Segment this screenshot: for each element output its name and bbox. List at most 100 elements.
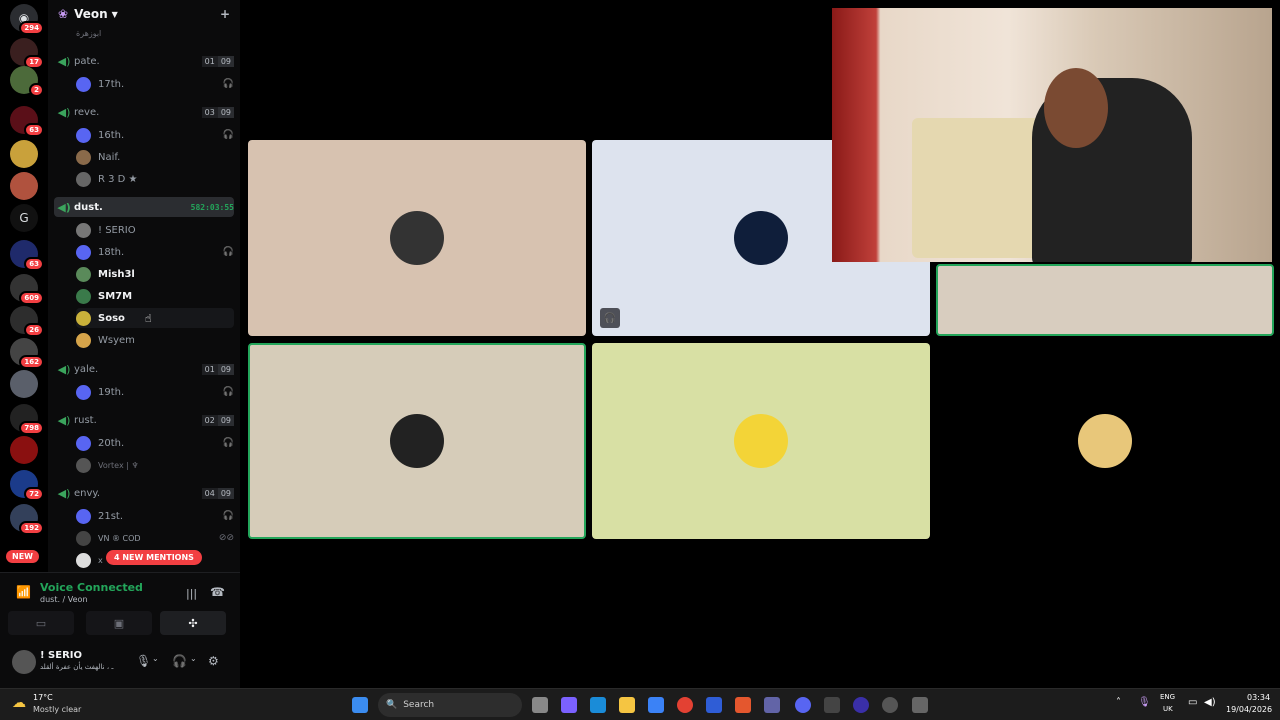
server-icon[interactable]: 798 — [10, 404, 44, 435]
taskbar-search[interactable]: 🔍 Search — [378, 693, 522, 717]
participant-tile[interactable] — [936, 264, 1274, 336]
user-row[interactable]: ابوزهرة — [76, 28, 234, 38]
user-count: 03 09 — [201, 106, 234, 118]
server-icon[interactable]: 26 — [10, 306, 44, 337]
disconnect-icon[interactable]: ☎ — [210, 585, 225, 599]
task-view-icon[interactable] — [532, 697, 548, 713]
new-unreads-pill[interactable]: NEW — [6, 550, 39, 563]
settings-gear-icon[interactable] — [912, 697, 928, 713]
user-name: Mish3l — [98, 268, 135, 280]
user-name[interactable]: ! SERIO — [40, 650, 82, 661]
voice-user[interactable]: 19th. 🎧 — [76, 382, 234, 402]
connection-signal-icon[interactable]: 📶 — [16, 585, 31, 599]
microphone-icon[interactable]: 🎙 — [1138, 697, 1151, 708]
user-name: ! SERIO — [98, 224, 136, 236]
chrome-icon[interactable] — [677, 697, 693, 713]
avatar — [76, 435, 91, 451]
voice-user[interactable]: Naif. — [76, 147, 234, 167]
teams-icon[interactable] — [764, 697, 780, 713]
clock-time[interactable]: 03:34 — [1247, 693, 1270, 702]
server-header[interactable]: ❀ Veon ▼ + — [48, 0, 240, 28]
server-icon[interactable]: 63 — [10, 106, 44, 137]
deafened-icon: 🎧 — [222, 247, 234, 257]
server-icon[interactable]: 72 — [10, 470, 44, 501]
server-icon[interactable]: 609 — [10, 274, 44, 305]
voice-user[interactable]: Wsyem — [76, 330, 234, 350]
headphones-icon[interactable]: 🎧 — [172, 654, 187, 668]
participant-tile[interactable] — [248, 140, 586, 336]
file-explorer-icon[interactable] — [619, 697, 635, 713]
voice-user[interactable]: 20th. 🎧 — [76, 433, 234, 453]
voice-user[interactable]: ! SERIO — [76, 220, 234, 240]
voice-channel-envy[interactable]: ◀) envy. 04 09 — [54, 483, 234, 503]
chevron-down-icon[interactable]: ⌄ — [152, 654, 159, 663]
channel-name: reve. — [74, 106, 100, 118]
voice-channel-yale[interactable]: ◀) yale. 01 09 — [54, 359, 234, 379]
avatar[interactable] — [12, 650, 36, 674]
clock-date[interactable]: 19/04/2026 — [1226, 705, 1272, 714]
participant-tile[interactable] — [592, 343, 930, 539]
volume-icon[interactable]: ◀) — [1204, 697, 1216, 708]
screen-share-button[interactable]: ▣ — [86, 611, 152, 635]
server-icon[interactable] — [10, 436, 38, 464]
participant-tile[interactable] — [936, 343, 1274, 539]
server-icon-g[interactable]: G — [10, 204, 38, 232]
add-user-icon[interactable]: + — [220, 7, 230, 21]
chevron-down-icon[interactable]: ⌄ — [190, 654, 197, 663]
person-head — [1044, 68, 1108, 148]
voice-user[interactable]: 21st. 🎧 — [76, 506, 234, 526]
voice-user[interactable]: 18th. 🎧 — [76, 242, 234, 262]
edge-icon[interactable] — [590, 697, 606, 713]
avatar — [76, 76, 91, 92]
mail-icon[interactable] — [706, 697, 722, 713]
voice-user[interactable]: SM7M — [76, 286, 234, 306]
app-icon[interactable] — [824, 697, 840, 713]
server-icon[interactable] — [10, 140, 38, 168]
server-icon[interactable] — [10, 370, 38, 398]
server-icon[interactable] — [10, 172, 38, 200]
server-icon[interactable]: 63 — [10, 240, 44, 271]
activities-button[interactable]: ✣ — [160, 611, 226, 635]
voice-user[interactable]: Mish3l — [76, 264, 234, 284]
voice-user[interactable]: 16th. 🎧 — [76, 125, 234, 145]
participant-tile[interactable] — [248, 343, 586, 539]
mouse-cursor-icon: ☝ — [144, 311, 152, 325]
discord-icon[interactable] — [795, 697, 811, 713]
server-icon[interactable]: 192 — [10, 504, 44, 535]
server-icon[interactable]: 2 — [10, 66, 44, 97]
weather-desc[interactable]: Mostly clear — [33, 705, 81, 714]
server-icon[interactable]: 17 — [10, 38, 44, 69]
server-icon[interactable]: 162 — [10, 338, 44, 369]
avatar — [76, 332, 91, 348]
voice-channel-reve[interactable]: ◀) reve. 03 09 — [54, 102, 234, 122]
windows-start-icon[interactable] — [352, 697, 368, 713]
app-icon[interactable] — [853, 697, 869, 713]
microphone-icon[interactable]: 🎙 — [136, 654, 151, 668]
camera-toggle-button[interactable]: ▭ — [8, 611, 74, 635]
voice-user[interactable]: VN ® COD ⊘⊘ — [76, 528, 234, 548]
new-mentions-pill[interactable]: 4 NEW MENTIONS — [106, 550, 202, 565]
network-icon[interactable]: ▭ — [1188, 697, 1197, 708]
channel-name: envy. — [74, 487, 101, 499]
settings-gear-icon[interactable]: ⚙ — [208, 654, 219, 668]
noise-suppression-icon[interactable]: ||| — [186, 587, 197, 600]
region-code[interactable]: UK — [1163, 705, 1173, 713]
voice-location[interactable]: dust. / Veon — [40, 595, 88, 604]
voice-user[interactable]: Vortex | ♆ — [76, 455, 234, 475]
discord-home-icon[interactable]: ◉ 294 — [10, 4, 44, 35]
voice-channel-dust[interactable]: ◀) dust. 582:03:55 — [54, 197, 234, 217]
avatar — [76, 149, 91, 165]
chevron-up-icon[interactable]: ˄ — [1116, 697, 1121, 708]
voice-user[interactable]: Soso ☝ — [76, 308, 234, 328]
avatar — [76, 222, 91, 238]
voice-channel-rust[interactable]: ◀) rust. 02 09 — [54, 410, 234, 430]
copilot-icon[interactable] — [561, 697, 577, 713]
store-icon[interactable] — [648, 697, 664, 713]
weather-temp[interactable]: 17°C — [33, 693, 53, 702]
language-code[interactable]: ENG — [1160, 693, 1175, 701]
voice-user[interactable]: R 3 D ★ — [76, 169, 234, 189]
voice-channel-pate[interactable]: ◀) pate. 01 09 — [54, 51, 234, 71]
brave-icon[interactable] — [735, 697, 751, 713]
voice-user[interactable]: 17th. 🎧 — [76, 74, 234, 94]
app-icon[interactable] — [882, 697, 898, 713]
